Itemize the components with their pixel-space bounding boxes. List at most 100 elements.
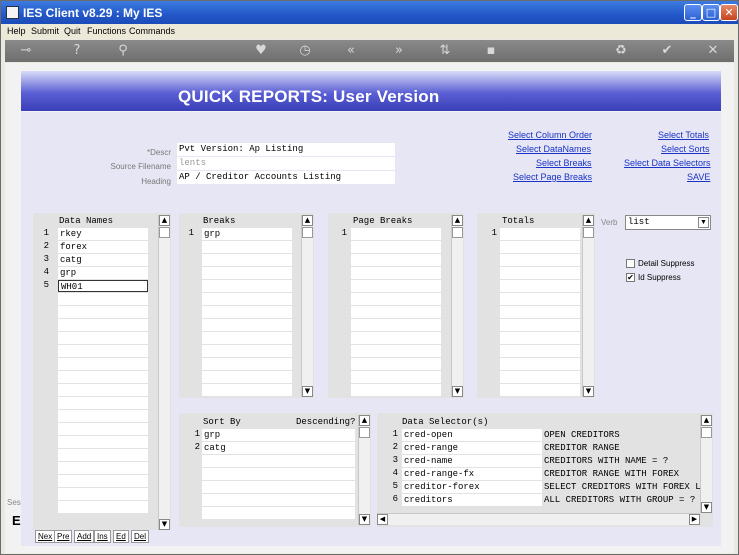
data-selectors-cell[interactable]: cred-range <box>402 442 542 454</box>
data-names-cell[interactable]: rkey <box>58 228 148 240</box>
select-column-order-link[interactable]: Select Column Order <box>508 130 592 140</box>
scroll-thumb[interactable] <box>701 427 712 438</box>
scroll-up-icon[interactable]: ▲ <box>159 215 170 226</box>
totals-cell[interactable] <box>500 371 580 383</box>
nav-button-ins[interactable]: Ins <box>94 530 111 543</box>
help-icon[interactable]: ? <box>69 43 85 59</box>
breaks-cell[interactable] <box>202 371 292 383</box>
descr-field[interactable]: Pvt Version: Ap Listing <box>177 143 395 156</box>
nav-button-del[interactable]: Del <box>131 530 150 543</box>
menu-help[interactable]: Help <box>7 26 26 36</box>
id-suppress-checkbox[interactable]: ✔ <box>626 273 635 282</box>
sort-by-cell[interactable] <box>202 494 355 506</box>
clock-icon[interactable]: ◷ <box>297 43 313 59</box>
scroll-thumb[interactable] <box>359 427 370 438</box>
select-data-selectors-link[interactable]: Select Data Selectors <box>624 158 711 168</box>
totals-cell[interactable] <box>500 332 580 344</box>
totals-cell[interactable] <box>500 280 580 292</box>
menu-submit[interactable]: Submit <box>31 26 59 36</box>
scroll-up-icon[interactable]: ▲ <box>452 215 463 226</box>
page-breaks-cell[interactable] <box>351 306 441 318</box>
totals-cell[interactable] <box>500 319 580 331</box>
scroll-up-icon[interactable]: ▲ <box>583 215 594 226</box>
data-names-cell[interactable] <box>58 293 148 305</box>
page-breaks-cell[interactable] <box>351 267 441 279</box>
title-bar[interactable]: IES Client v8.29 : My IES _ □ ✕ <box>1 1 738 24</box>
data-names-cell[interactable]: WH01 <box>58 280 148 292</box>
data-names-cell[interactable]: catg <box>58 254 148 266</box>
page-breaks-cell[interactable] <box>351 319 441 331</box>
forward-icon[interactable]: » <box>391 43 407 59</box>
page-breaks-cell[interactable] <box>351 332 441 344</box>
totals-cell[interactable] <box>500 293 580 305</box>
sort-by-cell[interactable]: catg <box>202 442 355 454</box>
maximize-button[interactable]: □ <box>702 4 720 21</box>
scroll-down-icon[interactable]: ▼ <box>452 386 463 397</box>
data-names-scrollbar[interactable]: ▲ ▼ <box>158 215 170 530</box>
data-selectors-cell[interactable]: cred-range-fx <box>402 468 542 480</box>
verb-select[interactable]: list ▼ <box>625 215 711 230</box>
page-breaks-cell[interactable] <box>351 371 441 383</box>
data-names-cell[interactable] <box>58 371 148 383</box>
save-link[interactable]: SAVE <box>687 172 710 182</box>
scroll-right-icon[interactable]: ▶ <box>689 514 700 525</box>
chevron-down-icon[interactable]: ▼ <box>698 217 709 228</box>
totals-cell[interactable] <box>500 267 580 279</box>
data-names-cell[interactable] <box>58 384 148 396</box>
data-names-cell[interactable] <box>58 410 148 422</box>
scroll-thumb[interactable] <box>583 227 594 238</box>
menu-commands[interactable]: Commands <box>129 26 175 36</box>
totals-cell[interactable] <box>500 241 580 253</box>
scroll-down-icon[interactable]: ▼ <box>159 519 170 530</box>
select-sorts-link[interactable]: Select Sorts <box>661 144 710 154</box>
breaks-cell[interactable] <box>202 345 292 357</box>
data-names-cell[interactable]: grp <box>58 267 148 279</box>
minimize-button[interactable]: _ <box>684 4 702 21</box>
scroll-down-icon[interactable]: ▼ <box>583 386 594 397</box>
data-names-cell[interactable] <box>58 436 148 448</box>
scroll-up-icon[interactable]: ▲ <box>701 415 712 426</box>
scroll-thumb[interactable] <box>302 227 313 238</box>
data-selectors-scrollbar[interactable]: ▲ ▼ <box>700 415 712 513</box>
page-breaks-cell[interactable] <box>351 241 441 253</box>
totals-cell[interactable] <box>500 254 580 266</box>
data-names-cell[interactable] <box>58 462 148 474</box>
breaks-cell[interactable] <box>202 267 292 279</box>
recycle-icon[interactable]: ♻ <box>613 43 629 59</box>
data-names-cell[interactable] <box>58 306 148 318</box>
nav-button-nex[interactable]: Nex <box>35 530 56 543</box>
data-names-cell[interactable] <box>58 332 148 344</box>
close-icon[interactable]: ✕ <box>705 43 721 59</box>
check-icon[interactable]: ✔ <box>659 43 675 59</box>
scroll-left-icon[interactable]: ◀ <box>377 514 388 525</box>
scroll-up-icon[interactable]: ▲ <box>302 215 313 226</box>
search-icon[interactable]: ⚲ <box>115 43 131 59</box>
totals-cell[interactable] <box>500 345 580 357</box>
heart-icon[interactable]: ♥ <box>253 43 269 59</box>
data-names-cell[interactable]: forex <box>58 241 148 253</box>
breaks-cell[interactable] <box>202 293 292 305</box>
nav-button-pre[interactable]: Pre <box>54 530 73 543</box>
data-names-cell[interactable] <box>58 475 148 487</box>
sort-by-scrollbar[interactable]: ▲ ▼ <box>358 415 370 525</box>
page-breaks-cell[interactable] <box>351 280 441 292</box>
breaks-cell[interactable] <box>202 332 292 344</box>
select-totals-link[interactable]: Select Totals <box>658 130 709 140</box>
page-breaks-cell[interactable] <box>351 358 441 370</box>
menu-quit[interactable]: Quit <box>64 26 81 36</box>
scroll-thumb[interactable] <box>452 227 463 238</box>
data-selectors-hscrollbar[interactable]: ◀ ▶ <box>377 513 700 525</box>
breaks-cell[interactable] <box>202 254 292 266</box>
nav-button-ed[interactable]: Ed <box>113 530 129 543</box>
breaks-cell[interactable]: grp <box>202 228 292 240</box>
data-names-cell[interactable] <box>58 423 148 435</box>
totals-cell[interactable] <box>500 384 580 396</box>
select-breaks-link[interactable]: Select Breaks <box>536 158 592 168</box>
scroll-down-icon[interactable]: ▼ <box>302 386 313 397</box>
totals-scrollbar[interactable]: ▲ ▼ <box>582 215 594 397</box>
sort-by-cell[interactable] <box>202 481 355 493</box>
data-names-cell[interactable] <box>58 488 148 500</box>
close-button[interactable]: ✕ <box>720 4 738 21</box>
totals-cell[interactable] <box>500 306 580 318</box>
select-datanames-link[interactable]: Select DataNames <box>516 144 591 154</box>
